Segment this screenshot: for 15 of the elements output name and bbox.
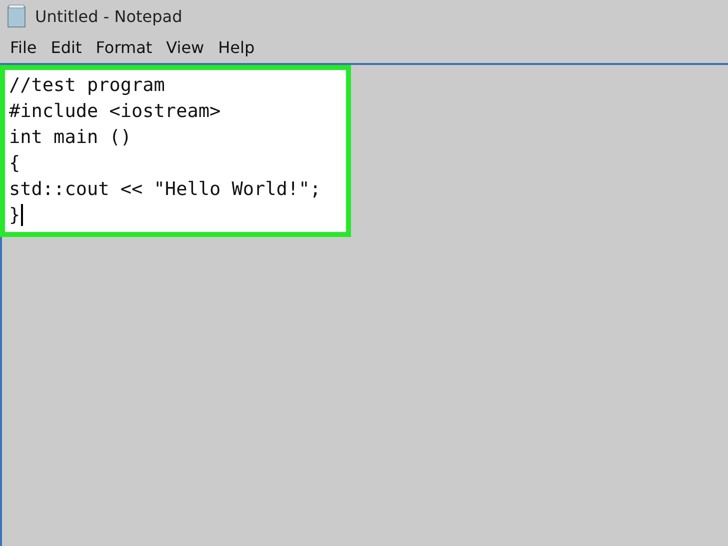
menu-item[interactable]: Help bbox=[212, 36, 261, 59]
code-line: } bbox=[9, 204, 20, 226]
code-line: #include <iostream> bbox=[9, 100, 221, 122]
text-area[interactable]: //test program #include <iostream> int main () { std::cout << "Hello World!"; } bbox=[0, 63, 728, 546]
code-line: //test program bbox=[9, 74, 165, 96]
code-line: std::cout << "Hello World!"; bbox=[9, 178, 321, 200]
code-line: { bbox=[9, 152, 20, 174]
menu-item[interactable]: Edit bbox=[44, 36, 88, 59]
text-cursor bbox=[21, 204, 23, 226]
menu-item[interactable]: View bbox=[160, 36, 210, 59]
code-line: int main () bbox=[9, 126, 132, 148]
notepad-icon bbox=[6, 4, 28, 28]
menu-item[interactable]: File bbox=[4, 36, 43, 59]
menu-item[interactable]: Format bbox=[90, 36, 158, 59]
window-title: Untitled - Notepad bbox=[35, 6, 182, 26]
